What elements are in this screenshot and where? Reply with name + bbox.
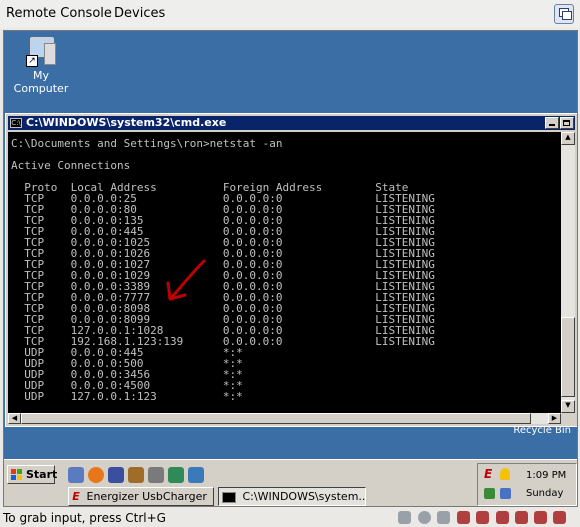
window-switch-icon[interactable]: [128, 467, 144, 483]
taskbar-button-label: Energizer UsbCharger: [86, 490, 207, 503]
cmd-icon: [222, 491, 236, 503]
keyboard-disabled-icon[interactable]: [553, 511, 566, 524]
app-icon[interactable]: [108, 467, 124, 483]
annotation-arrow-icon: [166, 259, 206, 301]
network-disabled-icon[interactable]: [476, 511, 489, 524]
status-bar: To grab input, press Ctrl+G: [0, 508, 580, 527]
app-icon[interactable]: [168, 467, 184, 483]
menu-devices[interactable]: Devices: [114, 6, 165, 21]
clock-day[interactable]: Sunday: [526, 488, 563, 499]
taskbar: Start E Energizer UsbCharger C:\WINDOWS\…: [4, 459, 577, 506]
device-icon[interactable]: [398, 511, 411, 524]
guest-screen[interactable]: ↗ My Computer Recycle Bin C:\ C:\WINDOWS…: [3, 30, 578, 507]
taskbar-button-energizer[interactable]: E Energizer UsbCharger: [68, 487, 214, 506]
cd-icon[interactable]: [418, 511, 431, 524]
system-tray: E 1:09 PM Sunday: [477, 463, 577, 506]
network-icon[interactable]: [484, 488, 495, 499]
restore-window-icon[interactable]: [554, 4, 574, 24]
grab-input-hint: To grab input, press Ctrl+G: [3, 511, 166, 525]
start-button[interactable]: Start: [7, 465, 58, 484]
usb-disabled-icon[interactable]: [457, 511, 470, 524]
app-icon[interactable]: [148, 467, 164, 483]
start-label: Start: [26, 468, 58, 481]
floppy-icon[interactable]: [437, 511, 450, 524]
taskbar-button-label: C:\WINDOWS\system...: [242, 490, 366, 503]
taskbar-button-cmd[interactable]: C:\WINDOWS\system...: [218, 487, 366, 506]
firefox-icon[interactable]: [88, 467, 104, 483]
shared-folder-disabled-icon[interactable]: [496, 511, 509, 524]
console-menubar: Remote Console Devices: [0, 0, 580, 28]
audio-disabled-icon[interactable]: [515, 511, 528, 524]
windows-flag-icon: [11, 469, 23, 480]
clock-time[interactable]: 1:09 PM: [526, 470, 566, 481]
energizer-icon: E: [72, 490, 80, 503]
security-shield-icon[interactable]: [500, 468, 510, 480]
capture-disabled-icon[interactable]: [534, 511, 547, 524]
energizer-tray-icon[interactable]: E: [484, 467, 492, 481]
display-icon[interactable]: [500, 488, 511, 499]
show-desktop-icon[interactable]: [68, 467, 84, 483]
menu-remote-console[interactable]: Remote Console: [6, 6, 112, 21]
app-icon[interactable]: [188, 467, 204, 483]
